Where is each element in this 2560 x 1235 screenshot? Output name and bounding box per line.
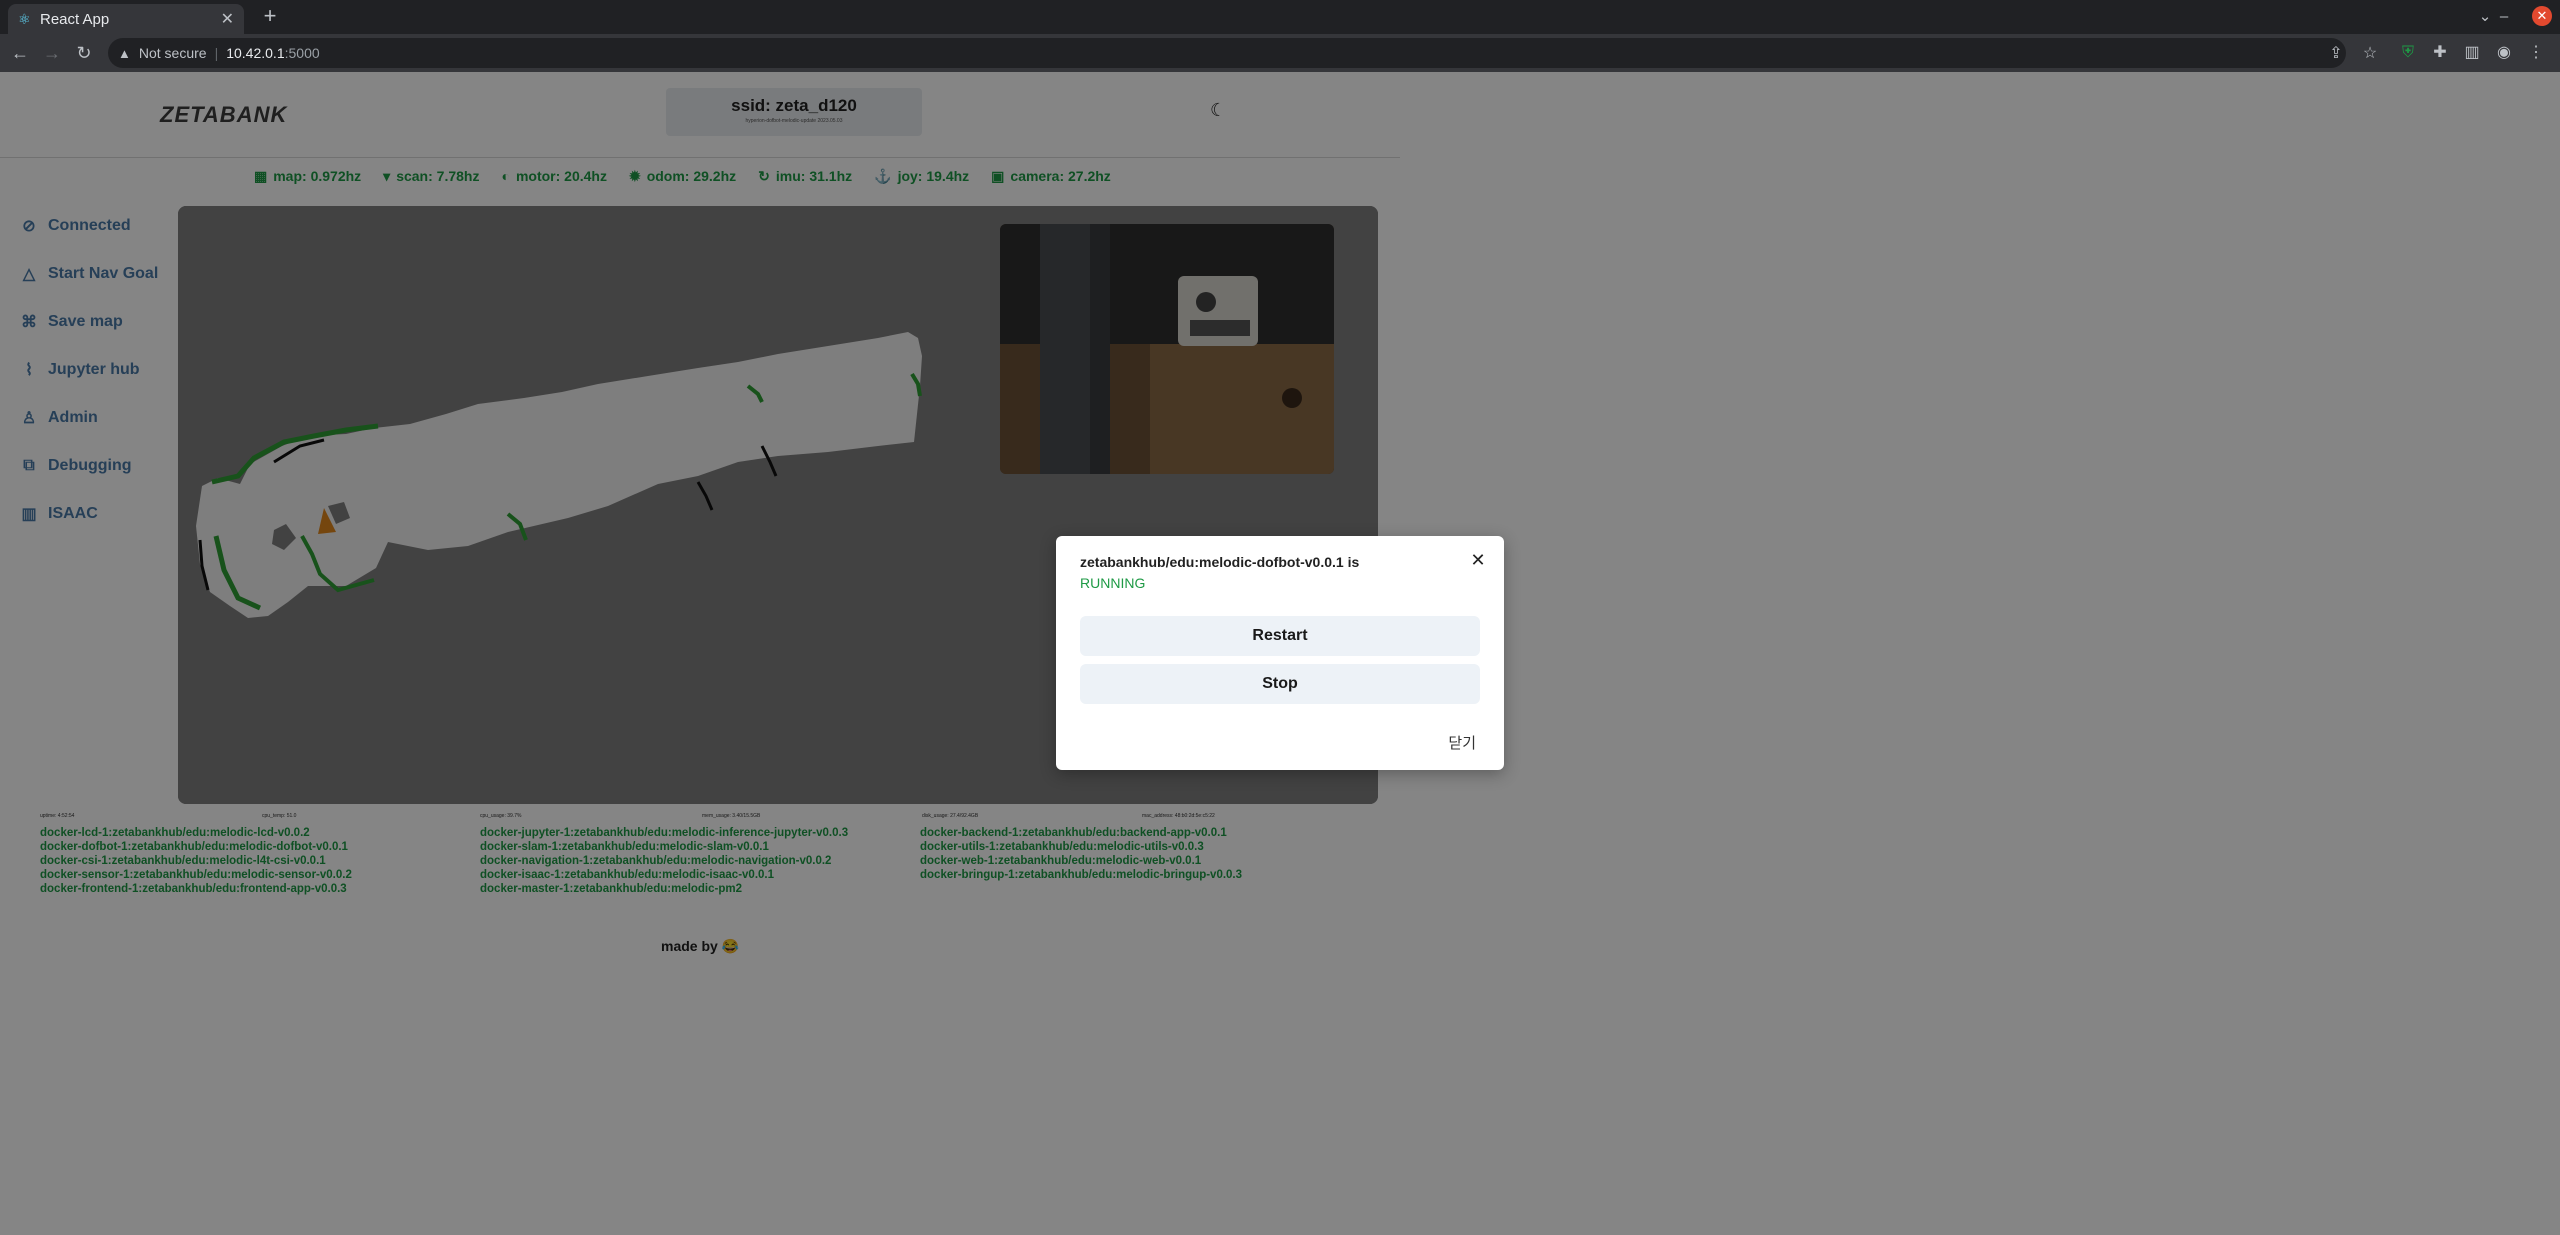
not-secure-label: Not secure: [138, 45, 207, 61]
side-panel-icon[interactable]: ▥: [2460, 41, 2484, 65]
modal-title: zetabankhub/edu:melodic-dofbot-v0.0.1 is: [1080, 554, 1360, 570]
stop-button[interactable]: Stop: [1080, 664, 1480, 704]
tab-title: React App: [40, 10, 110, 28]
extensions-icon[interactable]: ✚: [2428, 41, 2452, 65]
reload-icon[interactable]: ↻: [72, 41, 96, 65]
shield-extension-icon[interactable]: ⛨: [2396, 41, 2420, 65]
react-icon: ⚛: [18, 11, 31, 27]
close-icon[interactable]: ✕: [1468, 550, 1488, 570]
divider: |: [214, 45, 219, 61]
bookmark-star-icon[interactable]: ☆: [2360, 43, 2380, 63]
window-close-icon[interactable]: ✕: [2532, 6, 2552, 26]
modal-close-button[interactable]: 닫기: [1448, 732, 1476, 753]
url-host: 10.42.0.1: [226, 45, 285, 61]
browser-tabstrip: ⚛ React App ✕ + ⌄ – ✕: [0, 0, 2560, 34]
new-tab-button[interactable]: +: [258, 4, 282, 28]
url-port: :5000: [284, 45, 320, 61]
browser-toolbar: ← → ↻ ▲ Not secure | 10.42.0.1 :5000 ⇪ ☆…: [0, 34, 2560, 72]
forward-icon[interactable]: →: [40, 41, 64, 65]
restart-button[interactable]: Restart: [1080, 616, 1480, 656]
menu-icon[interactable]: ⋮: [2524, 41, 2548, 65]
container-modal: zetabankhub/edu:melodic-dofbot-v0.0.1 is…: [1056, 536, 1504, 770]
share-icon[interactable]: ⇪: [2326, 43, 2346, 63]
back-icon[interactable]: ←: [8, 41, 32, 65]
tab-close-icon[interactable]: ✕: [221, 9, 234, 29]
profile-icon[interactable]: ◉: [2492, 41, 2516, 65]
minimize-icon[interactable]: –: [2494, 4, 2514, 30]
modal-status: RUNNING: [1080, 575, 1146, 591]
address-bar[interactable]: ▲ Not secure | 10.42.0.1 :5000: [108, 38, 2346, 68]
browser-tab[interactable]: ⚛ React App ✕: [8, 4, 244, 34]
warning-icon: ▲: [118, 45, 131, 61]
